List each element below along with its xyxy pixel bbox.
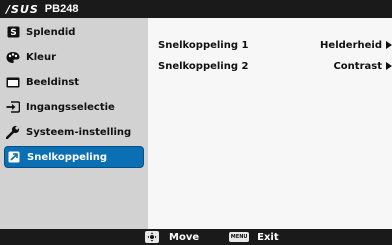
sidebar-item-systeem-instelling[interactable]: Systeem-instelling — [6, 122, 146, 142]
svg-text:S: S — [10, 28, 16, 38]
menu-key-icon: MENU — [229, 232, 250, 242]
shortcut-icon — [7, 150, 21, 164]
chevron-right-icon — [386, 62, 392, 70]
osd-sidebar: S Splendid Kleur Beeldinst Ingangsselect… — [0, 18, 148, 229]
color-palette-icon — [6, 50, 20, 64]
setting-row-snelkoppeling-2[interactable]: Snelkoppeling 2 Contrast — [158, 57, 392, 75]
sidebar-item-label: Ingangsselectie — [26, 101, 115, 113]
osd-content: Snelkoppeling 1 Helderheid Snelkoppeling… — [148, 18, 392, 229]
osd-menu: /SUS PB248 S Splendid Kleur Beeldinst In… — [0, 0, 392, 245]
picture-icon — [6, 75, 20, 89]
osd-header: /SUS PB248 — [0, 0, 392, 18]
osd-footer: Move MENU Exit — [0, 229, 392, 245]
setting-value: Helderheid — [320, 40, 392, 51]
wrench-icon — [6, 125, 20, 139]
setting-label: Snelkoppeling 1 — [158, 39, 249, 51]
setting-value-text: Contrast — [333, 60, 382, 72]
sidebar-item-label: Kleur — [26, 51, 57, 63]
splendid-icon: S — [6, 25, 20, 39]
joystick-icon — [145, 231, 159, 243]
move-hint: Move — [145, 231, 199, 243]
input-select-icon — [6, 100, 20, 114]
setting-label: Snelkoppeling 2 — [158, 60, 249, 72]
sidebar-item-kleur[interactable]: Kleur — [6, 47, 146, 67]
sidebar-item-label: Systeem-instelling — [26, 126, 132, 138]
sidebar-item-label: Beeldinst — [26, 76, 80, 88]
move-label: Move — [169, 231, 200, 243]
exit-hint: MENU Exit — [229, 232, 279, 243]
setting-value-text: Helderheid — [320, 39, 382, 51]
sidebar-item-splendid[interactable]: S Splendid — [6, 22, 146, 42]
sidebar-item-beeldinst[interactable]: Beeldinst — [6, 72, 146, 92]
exit-label: Exit — [257, 231, 279, 243]
chevron-right-icon — [386, 41, 392, 49]
sidebar-item-label: Snelkoppeling — [27, 151, 108, 163]
model-name: PB248 — [44, 3, 79, 15]
asus-logo: /SUS — [6, 2, 39, 16]
sidebar-item-label: Splendid — [26, 26, 76, 38]
sidebar-item-ingangsselectie[interactable]: Ingangsselectie — [6, 97, 146, 117]
sidebar-item-snelkoppeling[interactable]: Snelkoppeling — [4, 146, 144, 168]
setting-row-snelkoppeling-1[interactable]: Snelkoppeling 1 Helderheid — [158, 36, 392, 54]
setting-value: Contrast — [333, 61, 392, 72]
